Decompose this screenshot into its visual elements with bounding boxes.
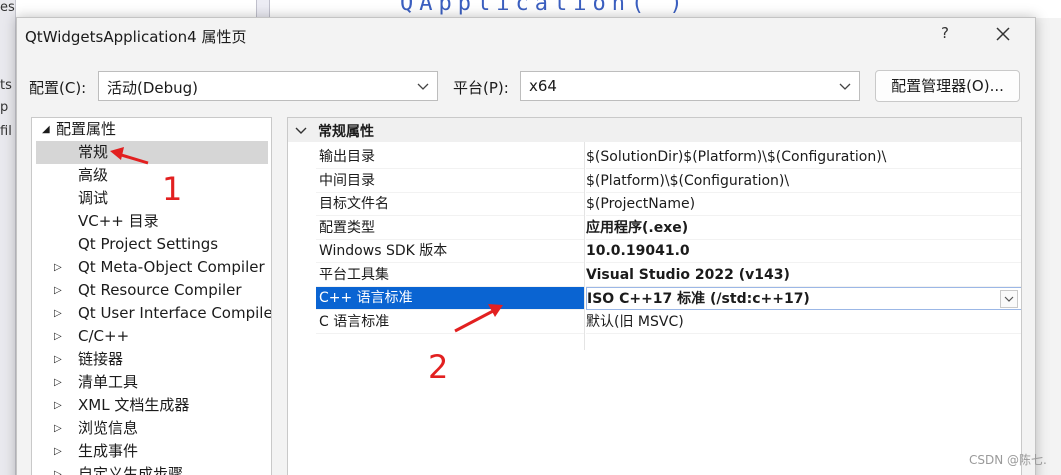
expanded-arrow-icon: ◢ (42, 124, 50, 135)
tree-item[interactable]: ▷ 清单工具 (54, 371, 271, 394)
tree-item-label: C/C++ (78, 327, 130, 345)
platform-label: 平台(P): (453, 79, 509, 97)
tree-root-label: 配置属性 (56, 120, 117, 138)
background-code: QApplication( ) (400, 0, 689, 16)
tree-item-label: Qt User Interface Compiler (78, 304, 272, 322)
close-icon (996, 27, 1010, 41)
column-divider[interactable] (584, 142, 585, 350)
background-text: p (0, 100, 9, 115)
tree-item[interactable]: ▷ 生成事件 (54, 440, 271, 463)
property-row[interactable]: 中间目录 $(Platform)\$(Configuration)\ (288, 170, 1021, 193)
property-row[interactable]: 平台工具集 Visual Studio 2022 (v143) (288, 264, 1021, 287)
property-name: 配置类型 (316, 217, 584, 240)
tree-item-label: 清单工具 (78, 373, 139, 391)
expand-arrow-icon[interactable]: ▷ (54, 371, 62, 394)
tree-item[interactable]: Qt Project Settings (54, 233, 271, 256)
property-value: $(ProjectName) (586, 193, 1021, 216)
expand-arrow-icon[interactable]: ▷ (54, 394, 62, 417)
property-row[interactable]: C++ 语言标准 ISO C++17 标准 (/std:c++17) (288, 287, 1021, 310)
property-name: C 语言标准 (316, 311, 584, 334)
property-row[interactable]: 目标文件名 $(ProjectName) (288, 193, 1021, 216)
tree-item[interactable]: 常规 (36, 141, 268, 164)
background-gutter (256, 0, 270, 18)
config-label: 配置(C): (29, 79, 87, 97)
property-name: Windows SDK 版本 (316, 240, 584, 263)
tree-item-label: XML 文档生成器 (78, 396, 190, 414)
background-solution-explorer (0, 0, 16, 475)
tree-item-label: Qt Meta-Object Compiler (78, 258, 265, 276)
tree-item-label: 自定义生成步骤 (78, 465, 184, 475)
annotation-number-2: 2 (428, 348, 449, 386)
property-name: 平台工具集 (316, 264, 584, 287)
tree-item-label: VC++ 目录 (78, 212, 159, 230)
tree-item-label: 调试 (78, 189, 109, 207)
background-text: fil (0, 124, 12, 139)
property-value: 默认(旧 MSVC) (586, 311, 1021, 334)
property-value[interactable]: ISO C++17 标准 (/std:c++17) (586, 287, 1021, 310)
watermark: CSDN @陈七. (969, 453, 1047, 467)
expand-arrow-icon[interactable]: ▷ (54, 417, 62, 440)
tree-item[interactable]: ▷ Qt User Interface Compiler (54, 302, 272, 325)
tree-item[interactable]: ▷ 浏览信息 (54, 417, 271, 440)
tree-item-label: 生成事件 (78, 442, 139, 460)
tree-item[interactable]: ▷ XML 文档生成器 (54, 394, 271, 417)
close-button[interactable] (991, 22, 1015, 46)
tree-item-label: 高级 (78, 166, 109, 184)
grid-section-title: 常规属性 (318, 124, 374, 140)
property-tree[interactable]: ◢ 配置属性 常规高级调试 VC++ 目录 Qt Project Settings ▷… (31, 117, 272, 475)
property-row[interactable]: 输出目录 $(SolutionDir)$(Platform)\$(Configur… (288, 146, 1021, 169)
property-value: 10.0.19041.0 (586, 240, 1021, 263)
chevron-down-icon (1004, 296, 1014, 302)
property-value: $(Platform)\$(Configuration)\ (586, 170, 1021, 193)
expand-arrow-icon[interactable]: ▷ (54, 463, 62, 475)
tree-item-label: Qt Resource Compiler (78, 281, 242, 299)
tree-item-label: Qt Project Settings (78, 235, 219, 253)
tree-item[interactable]: ▷ 自定义生成步骤 (54, 463, 271, 475)
config-value: 活动(Debug) (107, 79, 199, 97)
grid-section-header[interactable]: 常规属性 (288, 118, 1021, 142)
property-value: $(SolutionDir)$(Platform)\$(Configuratio… (586, 146, 1021, 169)
help-button[interactable]: ? (935, 24, 955, 46)
tree-item-label: 链接器 (78, 350, 124, 368)
tree-item-label: 浏览信息 (78, 419, 139, 437)
platform-combo[interactable]: x64 (520, 71, 860, 101)
property-grid: 常规属性 输出目录 $(SolutionDir)$(Platform)\$(Con… (287, 117, 1022, 475)
tree-item[interactable]: VC++ 目录 (54, 210, 271, 233)
platform-value: x64 (529, 77, 557, 95)
dialog-title: QtWidgetsApplication4 属性页 (25, 28, 247, 46)
expand-arrow-icon[interactable]: ▷ (54, 440, 62, 463)
property-pages-dialog: QtWidgetsApplication4 属性页 ? 配置(C): 活动(De… (16, 17, 1036, 475)
expand-arrow-icon[interactable]: ▷ (54, 325, 62, 348)
property-row[interactable]: Windows SDK 版本 10.0.19041.0 (288, 240, 1021, 263)
property-name: 输出目录 (316, 146, 584, 169)
property-name: C++ 语言标准 (316, 287, 584, 310)
chevron-down-icon (417, 83, 429, 90)
property-value: Visual Studio 2022 (v143) (586, 264, 1021, 287)
annotation-number-1: 1 (162, 170, 183, 208)
value-dropdown-button[interactable] (1000, 290, 1018, 308)
tree-item[interactable]: ▷ Qt Resource Compiler (54, 279, 271, 302)
expand-arrow-icon[interactable]: ▷ (54, 256, 62, 279)
background-text: es (0, 0, 15, 15)
tree-item[interactable]: ▷ 链接器 (54, 348, 271, 371)
property-row[interactable]: 配置类型 应用程序(.exe) (288, 217, 1021, 240)
chevron-down-icon (839, 83, 851, 90)
chevron-down-icon (295, 127, 307, 134)
expand-arrow-icon[interactable]: ▷ (54, 279, 62, 302)
config-manager-button[interactable]: 配置管理器(O)... (875, 70, 1020, 102)
property-value: 应用程序(.exe) (586, 217, 1021, 240)
property-name: 目标文件名 (316, 193, 584, 216)
expand-arrow-icon[interactable]: ▷ (54, 302, 62, 325)
background-text: ts (0, 78, 12, 93)
property-name: 中间目录 (316, 170, 584, 193)
tree-item-label: 常规 (78, 143, 109, 161)
expand-arrow-icon[interactable]: ▷ (54, 348, 62, 371)
tree-item[interactable]: ▷ Qt Meta-Object Compiler (54, 256, 271, 279)
config-combo[interactable]: 活动(Debug) (98, 71, 438, 101)
property-row[interactable]: C 语言标准 默认(旧 MSVC) (288, 311, 1021, 334)
tree-item[interactable]: ▷ C/C++ (54, 325, 271, 348)
